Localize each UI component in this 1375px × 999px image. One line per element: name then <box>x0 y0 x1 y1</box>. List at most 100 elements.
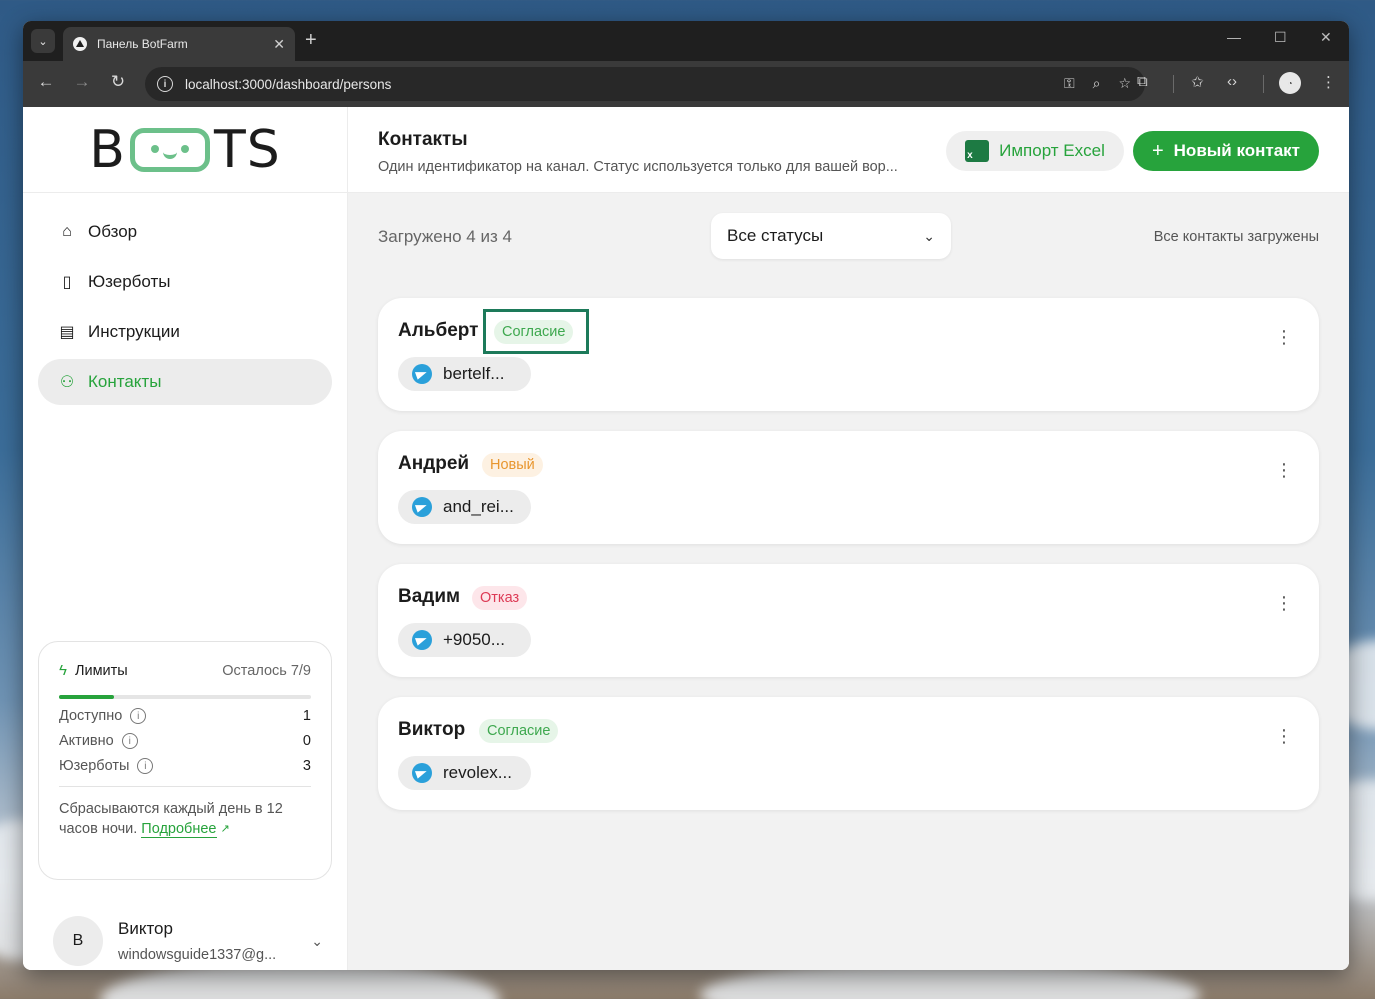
status-badge: Новый <box>482 453 543 477</box>
info-icon[interactable]: i <box>137 758 154 774</box>
channel-handle: revolex... <box>443 763 512 782</box>
divider <box>59 786 311 787</box>
chevron-down-icon: ⌄ <box>923 227 935 244</box>
lightning-icon: ϟ <box>59 662 67 679</box>
main-content: Контакты Один идентификатор на канал. Ст… <box>348 107 1349 970</box>
site-info-icon[interactable]: i <box>157 76 173 92</box>
contact-card[interactable]: Виктор Согласие revolex... ⋮ <box>378 697 1319 810</box>
all-loaded-note: Все контакты загружены <box>1153 229 1319 245</box>
limit-value: 1 <box>302 708 311 724</box>
logo-text-left: B <box>89 119 126 180</box>
more-options-icon[interactable]: ⋮ <box>1275 727 1293 745</box>
channel-handle: bertelf... <box>443 364 505 383</box>
more-link[interactable]: Подробнее <box>141 821 217 838</box>
address-bar[interactable]: i localhost:3000/dashboard/persons ⚿ ⌕ ☆ <box>145 67 1145 101</box>
telegram-icon <box>412 630 432 650</box>
more-options-icon[interactable]: ⋮ <box>1275 328 1293 346</box>
page-header: Контакты Один идентификатор на канал. Ст… <box>348 107 1349 193</box>
code-icon[interactable]: ‹› <box>1227 73 1237 90</box>
sidebar: B TS ⌂ Обзор ▯ Юзерботы ▤ Инструкции ⚇ К… <box>23 107 348 970</box>
phone-icon: ▯ <box>62 274 72 291</box>
telegram-icon <box>412 763 432 783</box>
info-icon[interactable]: i <box>121 733 138 749</box>
telegram-icon <box>412 497 432 517</box>
limits-reset-note: Сбрасываются каждый день в 12 часов ночи… <box>59 799 311 839</box>
browser-tab[interactable]: Панель BotFarm ✕ <box>63 27 295 61</box>
new-contact-button[interactable]: + Новый контакт <box>1133 131 1319 171</box>
filter-row: Загружено 4 из 4 Все статусы ⌄ Все конта… <box>378 213 1319 259</box>
extensions-icon[interactable]: ⧉ <box>1137 73 1148 90</box>
limit-row-userbots: Юзерботы i 3 <box>59 758 311 774</box>
forward-icon[interactable]: → <box>70 72 94 92</box>
limits-remaining: Осталось 7/9 <box>222 662 311 679</box>
contact-name: Виктор <box>398 719 466 740</box>
channel-chip[interactable]: +9050... <box>398 623 531 657</box>
sidebar-item-label: Контакты <box>88 372 162 391</box>
limit-row-active: Активно i 0 <box>59 733 311 749</box>
favicon-icon <box>73 37 87 51</box>
maximize-icon[interactable]: ☐ <box>1274 29 1287 46</box>
back-icon[interactable]: ← <box>34 72 58 92</box>
profile-avatar-icon[interactable]: ◔ <box>1279 72 1301 94</box>
logo[interactable]: B TS <box>23 107 347 193</box>
sidebar-item-label: Юзерботы <box>88 272 171 291</box>
limit-row-available: Доступно i 1 <box>59 708 311 724</box>
status-filter-select[interactable]: Все статусы ⌄ <box>711 213 951 259</box>
tab-search-button[interactable]: ⌄ <box>31 29 55 53</box>
telegram-icon <box>412 364 432 384</box>
limits-card: ϟ Лимиты Осталось 7/9 Доступно i 1 Активн… <box>38 641 332 880</box>
channel-handle: +9050... <box>443 630 505 649</box>
sidebar-item-overview[interactable]: ⌂ Обзор <box>38 209 332 255</box>
url-text: localhost:3000/dashboard/persons <box>185 76 392 92</box>
contact-card[interactable]: Андрей Новый and_rei... ⋮ <box>378 431 1319 544</box>
bookmark-star-icon[interactable]: ☆ <box>1118 75 1131 92</box>
channel-chip[interactable]: and_rei... <box>398 490 531 524</box>
channel-handle: and_rei... <box>443 497 514 516</box>
sidebar-item-label: Обзор <box>88 222 138 241</box>
contact-name: Альберт <box>398 320 479 341</box>
new-tab-button[interactable]: + <box>305 29 317 51</box>
info-icon[interactable]: i <box>130 708 147 724</box>
page-subtitle: Один идентификатор на канал. Статус испо… <box>378 159 898 175</box>
menu-kebab-icon[interactable]: ⋮ <box>1321 73 1336 91</box>
contact-card[interactable]: Альберт Согласие bertelf... ⋮ <box>378 298 1319 411</box>
robot-face-icon <box>129 127 210 172</box>
zoom-icon[interactable]: ⌕ <box>1093 75 1101 92</box>
logo-text-right: TS <box>213 119 281 180</box>
sidebar-item-instructions[interactable]: ▤ Инструкции <box>38 309 332 355</box>
tab-title: Панель BotFarm <box>97 37 188 51</box>
contact-name: Андрей <box>398 453 470 474</box>
external-arrow-icon: ↗ <box>220 823 230 835</box>
app: B TS ⌂ Обзор ▯ Юзерботы ▤ Инструкции ⚇ К… <box>23 107 1349 970</box>
sidebar-item-contacts[interactable]: ⚇ Контакты <box>38 359 332 405</box>
avatar: В <box>53 916 103 966</box>
sidebar-nav: ⌂ Обзор ▯ Юзерботы ▤ Инструкции ⚇ Контак… <box>23 193 347 405</box>
import-excel-button[interactable]: x Импорт Excel <box>946 131 1124 171</box>
close-window-icon[interactable]: ✕ <box>1320 29 1332 46</box>
reload-icon[interactable]: ↻ <box>106 72 130 92</box>
sidebar-item-label: Инструкции <box>88 322 180 341</box>
minimize-icon[interactable]: — <box>1227 29 1241 45</box>
limits-title: Лимиты <box>74 662 128 679</box>
limits-progress-bar <box>59 695 311 699</box>
channel-chip[interactable]: revolex... <box>398 756 531 790</box>
close-icon[interactable]: ✕ <box>273 36 285 53</box>
status-badge: Согласие <box>479 719 559 743</box>
user-menu[interactable]: В Виктор windowsguide1337@g... ⌄ <box>53 915 323 967</box>
more-options-icon[interactable]: ⋮ <box>1275 461 1293 479</box>
bookmarks-icon[interactable]: ✩ <box>1191 73 1204 91</box>
user-name: Виктор <box>118 919 173 938</box>
key-icon[interactable]: ⚿ <box>1064 75 1075 92</box>
user-email: windowsguide1337@g... <box>118 947 277 963</box>
browser-window: ⌄ Панель BotFarm ✕ + — ☐ ✕ ← → ↻ i local… <box>23 21 1349 970</box>
contact-name: Вадим <box>398 586 461 607</box>
plus-icon: + <box>1151 139 1164 162</box>
chevron-down-icon[interactable]: ⌄ <box>311 933 323 950</box>
status-select-value: Все статусы <box>727 226 824 245</box>
contact-card[interactable]: Вадим Отказ +9050... ⋮ <box>378 564 1319 677</box>
more-options-icon[interactable]: ⋮ <box>1275 594 1293 612</box>
limit-value: 3 <box>302 758 311 774</box>
sidebar-item-userbots[interactable]: ▯ Юзерботы <box>38 259 332 305</box>
contact-list: Альберт Согласие bertelf... ⋮ Андрей Нов… <box>378 298 1319 830</box>
channel-chip[interactable]: bertelf... <box>398 357 531 391</box>
